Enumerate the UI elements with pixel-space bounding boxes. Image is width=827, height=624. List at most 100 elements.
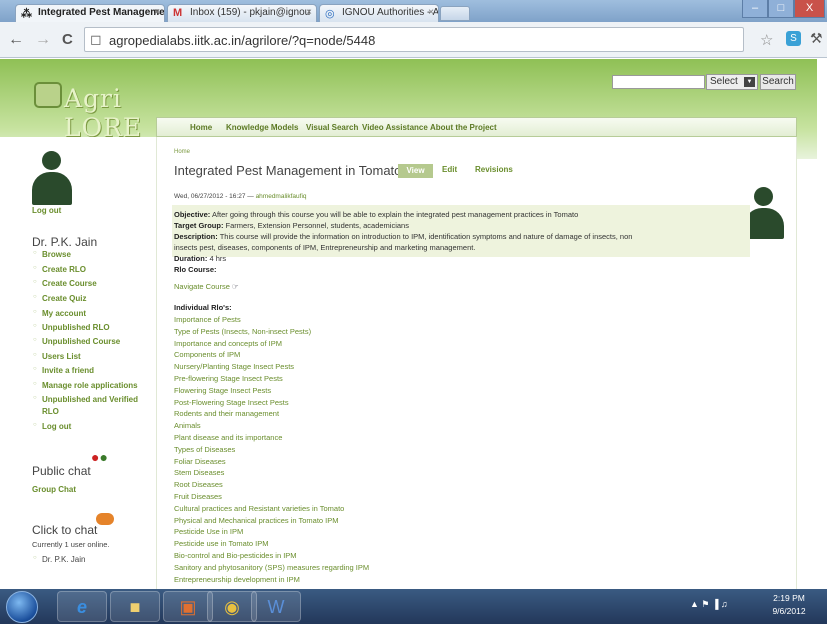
menu-about[interactable]: About the Project [430,123,497,132]
search-select[interactable]: Select ▼ [706,74,758,90]
logout-link-top[interactable]: Log out [32,206,61,215]
folder-icon[interactable]: ■ [110,591,160,622]
bookmark-star-icon[interactable]: ☆ [760,31,773,49]
internet-explorer-icon[interactable]: e [57,591,107,622]
rlo-link[interactable]: Post-Flowering Stage Insect Pests [174,398,289,407]
user-avatar-icon [32,151,72,205]
search-input[interactable] [612,75,705,89]
objective-line: Objective: After going through this cour… [174,210,579,219]
author-link[interactable]: ahmedmalikfaufiq [256,193,307,200]
new-tab-button[interactable] [440,6,470,21]
menu-visual-search[interactable]: Visual Search [306,123,358,132]
close-window-button[interactable]: X [794,0,825,18]
sidebar-item-my-account[interactable]: My account [33,309,86,318]
ignou-icon: ◎ [325,8,335,20]
rlo-link[interactable]: Physical and Mechanical practices in Tom… [174,516,339,525]
menu-home[interactable]: Home [190,123,212,132]
wrench-menu-icon[interactable]: ⚒ [810,30,823,47]
web-page: Agri LORE Select ▼ Search Home Knowledge… [0,59,817,589]
public-chat-heading: Public chat [32,464,91,478]
address-bar[interactable]: ◻ agropedialabs.iitk.ac.in/agrilore/?q=n… [84,27,744,52]
search-button[interactable]: Search [760,74,796,90]
author-avatar-icon [744,187,784,239]
sidebar-item-unpublished-verified[interactable]: Unpublished and Verified [33,395,138,404]
rlo-link[interactable]: Importance and concepts of IPM [174,339,282,348]
group-chat-link[interactable]: Group Chat [32,485,76,494]
close-tab-icon[interactable]: × [428,7,434,18]
sidebar-item-create-rlo[interactable]: Create RLO [33,265,86,274]
clock[interactable]: 2:19 PM 9/6/2012 [765,592,813,618]
rlo-link[interactable]: Pesticide Use in IPM [174,527,243,536]
chat-people-icon: ●● [91,449,108,465]
minimize-button[interactable]: – [742,0,768,18]
sidebar-item-create-quiz[interactable]: Create Quiz [33,294,87,303]
rlo-link[interactable]: Type of Pests (Insects, Non-insect Pests… [174,327,311,336]
outlook-icon[interactable]: ▣ [163,591,213,622]
page-title: Integrated Pest Management in Tomato [174,163,402,178]
sidebar-item-users-list[interactable]: Users List [33,352,81,361]
description-line-1: Description: This course will provide th… [174,232,633,241]
chevron-down-icon: ▼ [744,77,755,87]
back-icon[interactable]: ← [8,31,24,49]
tab-view[interactable]: View [398,164,433,178]
rlo-link[interactable]: Entrepreneurship development in IPM [174,575,300,584]
reload-icon[interactable]: C [62,31,73,48]
online-user[interactable]: Dr. P.K. Jain [33,555,86,564]
tab-label: IGNOU Authorities - Acade [342,7,439,18]
rlo-link[interactable]: Pre-flowering Stage Insect Pests [174,374,283,383]
sidebar-item-unpublished-verified-rlo[interactable]: RLO [42,407,59,416]
maximize-button[interactable]: □ [768,0,794,18]
logo-leaf-icon [34,82,62,108]
close-tab-icon[interactable]: × [154,7,160,18]
click-to-chat[interactable]: Click to chat [32,523,97,537]
tab-edit[interactable]: Edit [442,165,457,174]
rlo-link[interactable]: Fruit Diseases [174,492,222,501]
chrome-icon[interactable]: ◉ [207,591,257,622]
breadcrumb[interactable]: Home [174,149,190,155]
rlo-link[interactable]: Root Diseases [174,480,223,489]
tab-revisions[interactable]: Revisions [475,165,513,174]
browser-tab-bar: ⁂ Integrated Pest Manageme × M Inbox (15… [0,0,827,22]
target-line: Target Group: Farmers, Extension Personn… [174,221,409,230]
agrilore-logo[interactable]: Agri LORE [34,80,159,142]
rlo-link[interactable]: Pesticide use in Tomato IPM [174,539,269,548]
rlo-link[interactable]: Nursery/Planting Stage Insect Pests [174,362,294,371]
rlo-link[interactable]: Components of IPM [174,350,240,359]
rlo-link[interactable]: Flowering Stage Insect Pests [174,386,271,395]
rlo-link[interactable]: Animals [174,421,201,430]
rlo-link[interactable]: Plant disease and its importance [174,433,282,442]
start-button[interactable] [6,591,38,623]
system-tray-icons[interactable]: ▲ ⚑ ▐ ♫ [690,599,728,610]
rlo-link[interactable]: Cultural practices and Resistant varieti… [174,504,344,513]
url-text: agropedialabs.iitk.ac.in/agrilore/?q=nod… [109,33,376,48]
tab-gmail[interactable]: M Inbox (159) - pkjain@ignou × [167,4,317,22]
select-label: Select [710,76,738,87]
forward-icon[interactable]: → [35,31,51,49]
navigate-course-link[interactable]: Navigate Course ☞ [174,282,239,291]
sidebar-item-invite[interactable]: Invite a friend [33,366,94,375]
user-name: Dr. P.K. Jain [32,235,98,249]
rlo-link[interactable]: Types of Diseases [174,445,235,454]
tab-agrilore[interactable]: ⁂ Integrated Pest Manageme × [15,4,165,22]
rlo-link[interactable]: Sanitory and phytosanitory (SPS) measure… [174,563,369,572]
sidebar-item-manage-roles[interactable]: Manage role applications [33,381,138,390]
sidebar-item-browse[interactable]: Browse [33,250,71,259]
menu-video-assistance[interactable]: Video Assistance [362,123,428,132]
post-date: Wed, 06/27/2012 - 16:27 — ahmedmalikfauf… [174,193,307,200]
tab-ignou[interactable]: ◎ IGNOU Authorities - Acade × [319,4,439,22]
rlo-link[interactable]: Stem Diseases [174,468,224,477]
rlo-link[interactable]: Bio-control and Bio-pesticides in IPM [174,551,297,560]
sidebar-item-create-course[interactable]: Create Course [33,279,97,288]
rlo-link[interactable]: Foliar Diseases [174,457,226,466]
word-icon[interactable]: W [251,591,301,622]
skype-extension-icon[interactable]: S [786,31,801,46]
menu-knowledge-models[interactable]: Knowledge Models [226,123,298,132]
chat-bubble-icon [96,513,114,525]
rlo-link[interactable]: Importance of Pests [174,315,241,324]
sidebar-item-unpublished-course[interactable]: Unpublished Course [33,337,120,346]
rlo-link[interactable]: Rodents and their management [174,409,279,418]
sidebar-item-logout[interactable]: Log out [33,422,71,431]
sidebar-item-unpublished-rlo[interactable]: Unpublished RLO [33,323,110,332]
close-tab-icon[interactable]: × [306,7,312,18]
gmail-icon: M [173,7,183,19]
